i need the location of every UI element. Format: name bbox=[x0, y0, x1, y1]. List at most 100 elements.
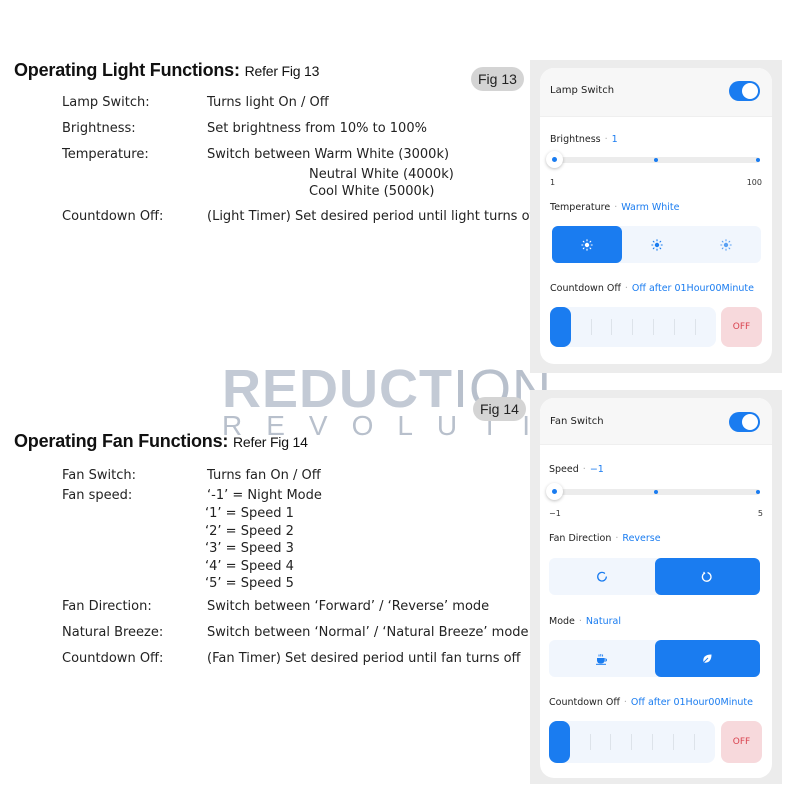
row-label: Fan speed: bbox=[62, 488, 133, 503]
timer-tick bbox=[694, 734, 695, 750]
timer-tick bbox=[674, 319, 675, 335]
row-value: Turns light On / Off bbox=[207, 95, 329, 110]
row-label: Fan Switch: bbox=[62, 468, 136, 483]
leaf-icon bbox=[703, 654, 712, 663]
fan-heading-text: Operating Fan Functions: bbox=[14, 431, 229, 451]
speed-2-desc: ‘2’ = Speed 2 bbox=[205, 524, 294, 539]
coffee-cup-icon bbox=[596, 653, 608, 665]
timer-tick bbox=[652, 734, 653, 750]
timer-tick bbox=[673, 734, 674, 750]
slider-tick bbox=[654, 490, 658, 494]
countdown-off-button[interactable]: OFF bbox=[721, 307, 762, 347]
brightness-slider-thumb[interactable] bbox=[546, 151, 563, 168]
fan-countdown-slider-handle[interactable] bbox=[549, 721, 570, 763]
slider-tick bbox=[756, 490, 760, 494]
sun-icon bbox=[650, 238, 663, 251]
row-value: (Fan Timer) Set desired period until fan… bbox=[207, 651, 521, 666]
row-value: Switch between ‘Normal’ / ‘Natural Breez… bbox=[207, 625, 529, 640]
countdown-label: Countdown Off · Off after 01Hour00Minute bbox=[550, 283, 754, 294]
countdown-slider-handle[interactable] bbox=[550, 307, 571, 347]
brightness-value: 1 bbox=[611, 134, 618, 145]
temperature-label: Temperature · Warm White bbox=[550, 202, 680, 213]
fan-countdown-off-button[interactable]: OFF bbox=[721, 721, 762, 763]
temperature-option-warm-white[interactable] bbox=[552, 226, 622, 263]
countdown-timer-control: OFF bbox=[550, 307, 762, 347]
toggle-knob bbox=[742, 414, 758, 430]
direction-option-reverse[interactable] bbox=[654, 558, 760, 595]
temperature-option-neutral-white[interactable] bbox=[622, 226, 692, 263]
lamp-switch-label: Lamp Switch bbox=[550, 85, 615, 96]
direction-value: Reverse bbox=[622, 533, 661, 544]
fig13-light-card: Lamp Switch Brightness · 1 1 100 Temperatu… bbox=[540, 68, 772, 364]
slider-tick bbox=[654, 158, 658, 162]
direction-label-text: Fan Direction bbox=[549, 533, 612, 544]
timer-tick bbox=[631, 734, 632, 750]
countdown-value: Off after 01Hour00Minute bbox=[630, 697, 753, 708]
rotate-forward-icon bbox=[596, 571, 607, 582]
direction-option-forward[interactable] bbox=[549, 558, 655, 595]
mode-label-text: Mode bbox=[549, 616, 575, 627]
toggle-knob bbox=[742, 83, 758, 99]
countdown-value: Off after 01Hour00Minute bbox=[631, 283, 754, 294]
slider-tick bbox=[756, 158, 760, 162]
speed-min-label: −1 bbox=[549, 509, 561, 518]
temperature-label-text: Temperature bbox=[550, 202, 611, 213]
speed-3-desc: ‘3’ = Speed 3 bbox=[205, 541, 294, 556]
row-value: Switch between ‘Forward’ / ‘Reverse’ mod… bbox=[207, 599, 490, 614]
row-label: Temperature: bbox=[62, 147, 149, 162]
mode-value: Natural bbox=[585, 616, 621, 627]
speed-slider[interactable] bbox=[546, 483, 760, 500]
temperature-neutral-white: Neutral White (4000k) bbox=[309, 167, 454, 182]
row-label: Brightness: bbox=[62, 121, 136, 136]
row-value: Turns fan On / Off bbox=[207, 468, 321, 483]
brightness-max-label: 100 bbox=[746, 178, 762, 187]
countdown-label-text: Countdown Off bbox=[549, 697, 620, 708]
lamp-switch-row: Lamp Switch bbox=[540, 68, 772, 117]
countdown-label-text: Countdown Off bbox=[550, 283, 621, 294]
brightness-min-label: 1 bbox=[550, 178, 556, 187]
fan-direction-label: Fan Direction · Reverse bbox=[549, 533, 661, 544]
row-value: Set brightness from 10% to 100% bbox=[207, 121, 427, 136]
fan-switch-toggle[interactable] bbox=[729, 412, 760, 432]
fan-heading-ref: Refer Fig 14 bbox=[233, 434, 308, 450]
mode-option-natural[interactable] bbox=[654, 640, 760, 677]
timer-tick bbox=[590, 734, 591, 750]
countdown-slider[interactable] bbox=[550, 307, 716, 347]
speed-1-desc: ‘1’ = Speed 1 bbox=[205, 506, 294, 521]
temperature-cool-white: Cool White (5000k) bbox=[309, 184, 435, 199]
brightness-label: Brightness · 1 bbox=[550, 134, 618, 145]
mode-option-normal[interactable] bbox=[549, 640, 655, 677]
timer-tick bbox=[653, 319, 654, 335]
temperature-selector bbox=[552, 226, 761, 263]
fan-countdown-timer-control: OFF bbox=[549, 721, 762, 763]
temperature-option-cool-white[interactable] bbox=[691, 226, 761, 263]
temperature-value: Warm White bbox=[621, 202, 680, 213]
sun-icon bbox=[581, 238, 593, 251]
lamp-switch-toggle[interactable] bbox=[729, 81, 760, 101]
brightness-label-text: Brightness bbox=[550, 134, 601, 145]
fan-switch-row: Fan Switch bbox=[540, 398, 772, 445]
row-label: Countdown Off: bbox=[62, 651, 164, 666]
speed-4-desc: ‘4’ = Speed 4 bbox=[205, 559, 294, 574]
row-label: Countdown Off: bbox=[62, 209, 164, 224]
mode-selector bbox=[549, 640, 760, 677]
speed-value: −1 bbox=[589, 464, 604, 475]
sun-icon bbox=[720, 238, 732, 251]
row-label: Natural Breeze: bbox=[62, 625, 164, 640]
fan-countdown-label: Countdown Off · Off after 01Hour00Minute bbox=[549, 697, 753, 708]
timer-tick bbox=[610, 734, 611, 750]
fig14-fan-card: Fan Switch Speed · −1 −1 5 Fan Direction · R… bbox=[540, 398, 772, 778]
speed-5-desc: ‘5’ = Speed 5 bbox=[205, 576, 294, 591]
fan-countdown-slider[interactable] bbox=[549, 721, 715, 763]
fan-switch-label: Fan Switch bbox=[550, 416, 604, 427]
brightness-slider[interactable] bbox=[546, 151, 760, 168]
row-label: Lamp Switch: bbox=[62, 95, 150, 110]
speed-label: Speed · −1 bbox=[549, 464, 604, 475]
row-value: ‘-1’ = Night Mode bbox=[207, 488, 322, 503]
speed-label-text: Speed bbox=[549, 464, 579, 475]
fan-functions-heading: Operating Fan Functions: Refer Fig 14 bbox=[14, 431, 308, 452]
row-value: Switch between Warm White (3000k) bbox=[207, 147, 450, 162]
row-value: (Light Timer) Set desired period until l… bbox=[207, 209, 539, 224]
speed-slider-thumb[interactable] bbox=[546, 483, 563, 500]
timer-tick bbox=[632, 319, 633, 335]
